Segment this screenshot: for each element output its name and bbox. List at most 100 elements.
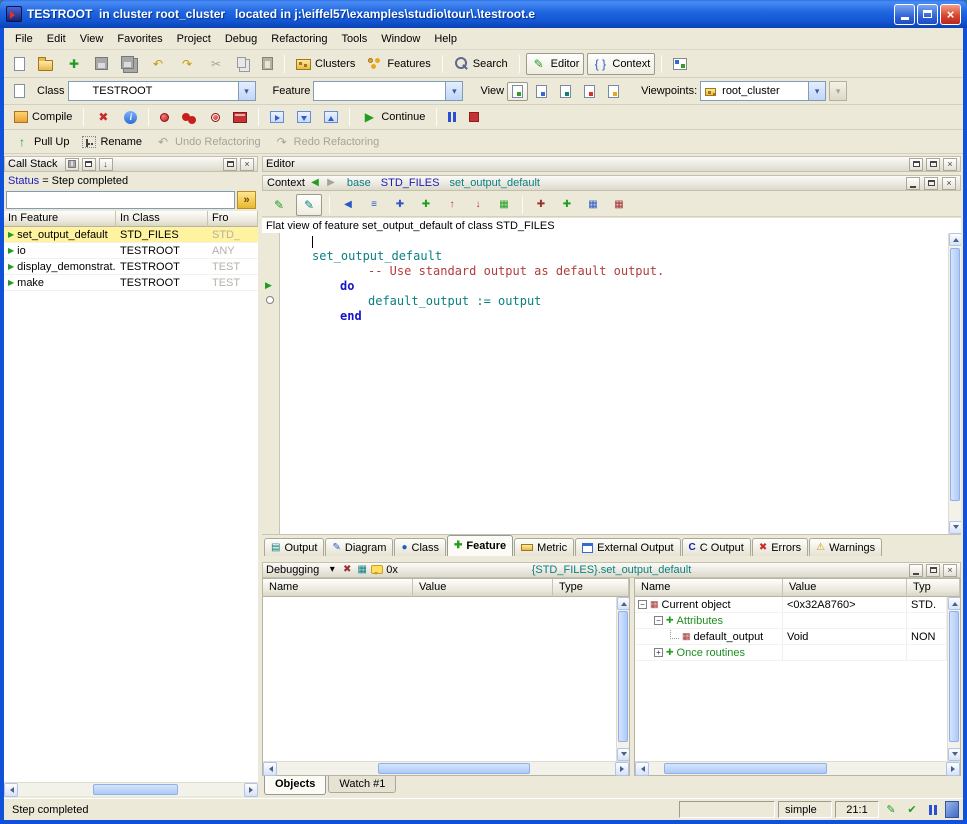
scroll-down-button[interactable] xyxy=(617,748,629,761)
implementers-button[interactable]: ✚ xyxy=(415,196,437,214)
scroll-left-button[interactable] xyxy=(635,762,649,776)
scroll-left-button[interactable] xyxy=(4,783,18,797)
scroll-up-button[interactable] xyxy=(948,597,960,610)
objects-vscrollbar[interactable] xyxy=(947,597,960,761)
pane-close-button[interactable]: × xyxy=(240,158,254,171)
features-button[interactable]: Features xyxy=(363,55,435,73)
pause-button[interactable] xyxy=(443,109,461,125)
tab-metric[interactable]: Metric xyxy=(514,538,574,556)
debugging-header[interactable]: Debugging ▾ ✖ ▦ 0x {STD_FILES}.set_outpu… xyxy=(262,562,961,578)
discover-button[interactable] xyxy=(206,110,225,125)
feature-tree-button[interactable]: ✚ xyxy=(556,196,578,214)
resize-grip[interactable] xyxy=(945,801,959,818)
call-stack-row[interactable]: ▶display_demonstrat... TESTROOT TEST xyxy=(4,259,258,275)
cut-button[interactable]: ✂ xyxy=(203,53,229,75)
watch-vscrollbar[interactable] xyxy=(616,597,629,761)
paste-button[interactable] xyxy=(257,54,278,73)
scroll-thumb[interactable] xyxy=(618,611,628,742)
menu-help[interactable]: Help xyxy=(427,30,464,48)
clusters-button[interactable]: Clusters xyxy=(291,54,360,73)
context-minimize-button[interactable] xyxy=(906,177,920,190)
object-tree-row[interactable]: ▦ default_output Void NON xyxy=(635,629,947,645)
debug-close-button[interactable]: × xyxy=(943,564,957,577)
edit-feature-button[interactable]: ✎ xyxy=(266,194,292,216)
collapse-expander-icon[interactable]: − xyxy=(638,600,647,609)
column-name[interactable]: Name xyxy=(635,579,783,597)
scroll-thumb[interactable] xyxy=(93,784,179,795)
compile-info-button[interactable]: i xyxy=(119,108,142,127)
breakpoint-slot-icon[interactable] xyxy=(266,296,274,304)
tab-warnings[interactable]: ⚠Warnings xyxy=(809,538,882,556)
new-class-button[interactable]: ✚ xyxy=(61,53,87,75)
stack-options-button[interactable]: » xyxy=(237,191,256,209)
class-combo-dropdown-icon[interactable]: ▾ xyxy=(238,82,255,100)
menu-view[interactable]: View xyxy=(73,30,111,48)
menu-tools[interactable]: Tools xyxy=(335,30,375,48)
diagram-tool-button[interactable] xyxy=(668,55,692,73)
view-flat-button[interactable] xyxy=(555,82,576,101)
menu-debug[interactable]: Debug xyxy=(218,30,264,48)
save-button[interactable] xyxy=(90,54,113,73)
watch-hscrollbar[interactable] xyxy=(263,761,629,775)
call-stack-hscrollbar[interactable] xyxy=(4,782,258,796)
undo-button[interactable]: ↶ xyxy=(145,53,171,75)
pane-float-button[interactable] xyxy=(909,158,923,171)
view-clickable-button[interactable] xyxy=(531,82,552,101)
call-stack-row[interactable]: ▶set_output_default STD_FILES STD_ xyxy=(4,227,258,243)
pull-up-button[interactable]: ↑Pull Up xyxy=(9,131,74,153)
watch-grid-icon[interactable]: ▦ xyxy=(356,564,368,576)
feature-combo[interactable]: ▾ xyxy=(313,81,463,101)
assigners-button[interactable]: ≡ xyxy=(363,196,385,214)
descendants-button[interactable]: ↓ xyxy=(467,196,489,214)
c-compile-button[interactable] xyxy=(228,109,252,126)
scroll-up-button[interactable] xyxy=(617,597,629,610)
column-type[interactable]: Typ xyxy=(907,579,960,597)
hex-toggle[interactable]: 0x xyxy=(386,564,398,576)
pane-maximize-button[interactable] xyxy=(223,158,237,171)
copy-button[interactable] xyxy=(232,54,254,74)
editor-header[interactable]: Editor × xyxy=(262,156,961,172)
call-stack-header[interactable]: Call Stack ↓ × xyxy=(4,156,258,172)
object-tree-row[interactable]: − ✚ Attributes xyxy=(635,613,947,629)
tab-external-output[interactable]: External Output xyxy=(575,538,680,556)
callers-button[interactable]: ◀ xyxy=(337,196,359,214)
column-value[interactable]: Value xyxy=(413,579,553,597)
save-all-button[interactable] xyxy=(116,53,142,75)
column-from[interactable]: Fro xyxy=(208,211,258,227)
edit-new-window-button[interactable]: ✎ xyxy=(296,194,322,216)
viewpoints-extra-dropdown[interactable]: ▾ xyxy=(829,81,847,101)
new-window-button[interactable] xyxy=(9,54,30,74)
compile-button[interactable]: Compile xyxy=(9,108,77,126)
column-name[interactable]: Name xyxy=(263,579,413,597)
objects-hscrollbar[interactable] xyxy=(635,761,960,775)
open-file-button[interactable] xyxy=(33,54,58,74)
debug-minimize-button[interactable] xyxy=(909,564,923,577)
scroll-right-button[interactable] xyxy=(615,762,629,776)
editor-gutter[interactable]: ▶ xyxy=(262,233,280,534)
rename-button[interactable]: Rename xyxy=(77,133,147,151)
titlebar[interactable]: TESTROOT in cluster root_cluster located… xyxy=(0,0,967,28)
viewpoints-combo-dropdown-icon[interactable]: ▾ xyxy=(808,82,825,100)
maximize-button[interactable] xyxy=(917,4,938,25)
context-close-button[interactable]: × xyxy=(942,177,956,190)
tab-diagram[interactable]: ✎Diagram xyxy=(325,538,393,556)
feature-combo-dropdown-icon[interactable]: ▾ xyxy=(445,82,462,100)
menu-file[interactable]: File xyxy=(8,30,40,48)
tab-errors[interactable]: ✖Errors xyxy=(752,538,808,556)
remove-watch-icon[interactable]: ✖ xyxy=(341,564,353,576)
scroll-thumb[interactable] xyxy=(949,611,959,742)
object-tree-row[interactable]: + ✚ Once routines xyxy=(635,645,947,661)
column-value[interactable]: Value xyxy=(783,579,907,597)
tooltip-bubble-icon[interactable] xyxy=(371,565,383,574)
column-in-feature[interactable]: In Feature xyxy=(4,211,116,227)
column-type[interactable]: Type xyxy=(553,579,629,597)
dock-pane-button[interactable]: ↓ xyxy=(99,158,113,171)
callees-button[interactable]: ✚ xyxy=(389,196,411,214)
column-in-class[interactable]: In Class xyxy=(116,211,208,227)
scroll-thumb[interactable] xyxy=(950,248,960,501)
menu-window[interactable]: Window xyxy=(374,30,427,48)
history-back-button[interactable]: ◀ xyxy=(309,177,321,189)
scroll-thumb[interactable] xyxy=(378,763,530,774)
scroll-right-button[interactable] xyxy=(946,762,960,776)
code-text[interactable]: set_output_default -- Use standard outpu… xyxy=(280,233,948,534)
